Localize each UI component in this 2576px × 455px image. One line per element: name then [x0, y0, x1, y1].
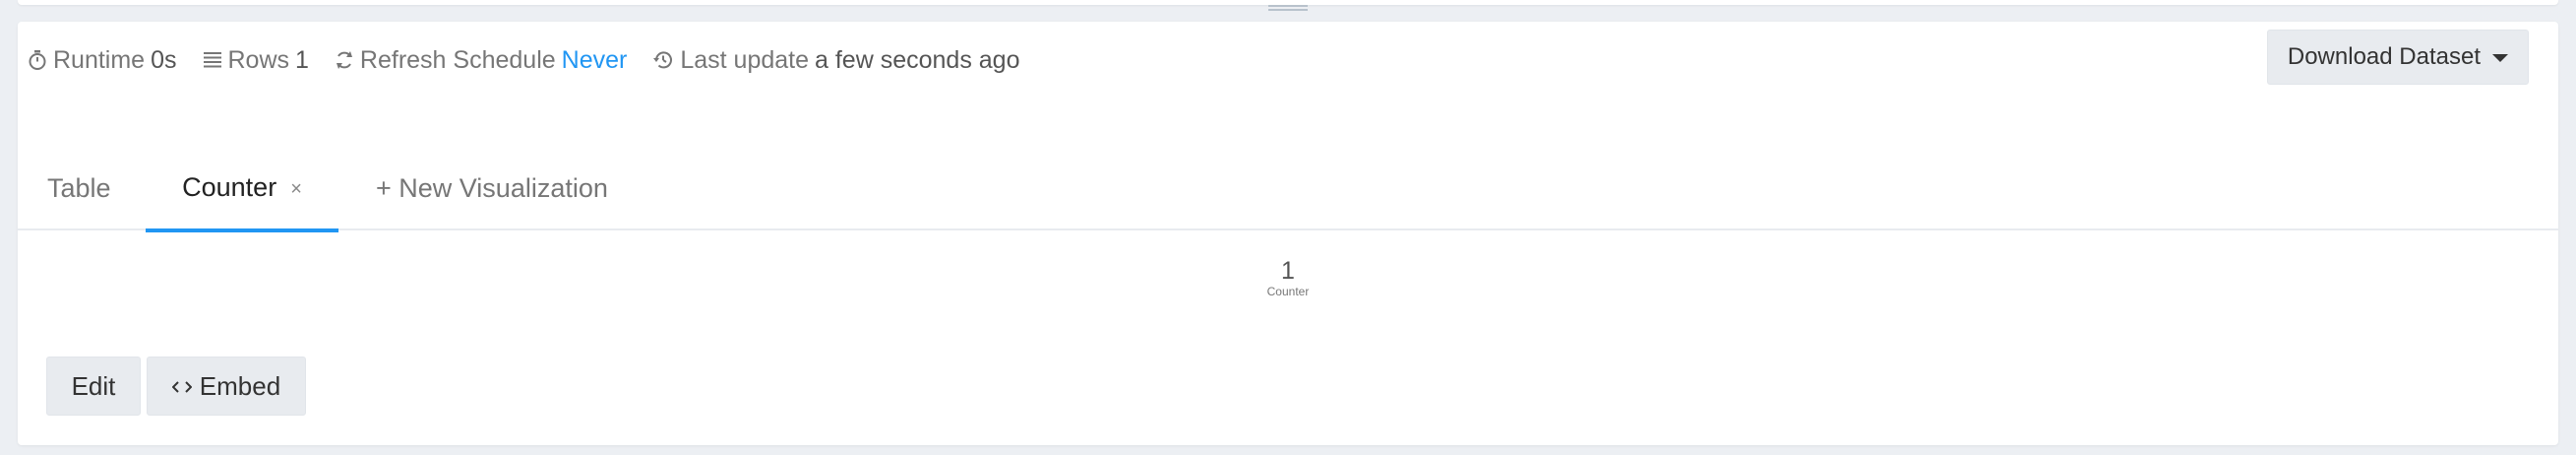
runtime-value: 0s [151, 45, 177, 74]
query-metadata-bar: Runtime 0s Rows 1 Refresh Schedule Never… [28, 42, 1020, 78]
code-icon [171, 371, 193, 402]
list-icon [203, 50, 222, 70]
close-icon[interactable]: × [290, 178, 302, 201]
runtime-info: Runtime 0s [28, 46, 177, 75]
runtime-label: Runtime [53, 45, 146, 74]
visualization-actions: Edit Embed [46, 357, 306, 416]
tab-table[interactable]: Table [47, 146, 111, 230]
rows-info: Rows 1 [203, 46, 309, 75]
query-results-page: Runtime 0s Rows 1 Refresh Schedule Never… [0, 0, 2576, 455]
embed-button[interactable]: Embed [147, 357, 306, 416]
edit-button[interactable]: Edit [46, 357, 141, 416]
download-dataset-button[interactable]: Download Dataset [2266, 30, 2529, 85]
counter-value: 1 [1281, 257, 1295, 285]
resize-handle[interactable] [1268, 5, 1308, 13]
counter-label: Counter [1266, 285, 1310, 298]
results-panel [18, 22, 2558, 445]
resize-handle-line [1268, 9, 1308, 11]
resize-handle-line [1268, 5, 1308, 7]
rows-value: 1 [295, 45, 309, 74]
last-update-value: a few seconds ago [815, 45, 1020, 74]
embed-label: Embed [199, 370, 281, 401]
tab-label: Counter [182, 171, 277, 202]
last-update-label: Last update [680, 45, 810, 74]
last-update-info: Last update a few seconds ago [652, 45, 1020, 75]
refresh-schedule-label: Refresh Schedule [359, 45, 556, 74]
tab-counter[interactable]: Counter × [146, 146, 338, 232]
history-icon [652, 49, 674, 71]
tab-label: + New Visualization [376, 172, 608, 203]
new-visualization-tab[interactable]: + New Visualization [376, 146, 608, 230]
rows-label: Rows [227, 45, 290, 74]
refresh-icon [335, 49, 354, 71]
caret-down-icon [2492, 54, 2508, 62]
stopwatch-icon [28, 49, 47, 71]
download-dataset-label: Download Dataset [2287, 43, 2481, 70]
visualization-tabs: Table Counter × + New Visualization [18, 146, 2558, 232]
refresh-schedule-link[interactable]: Never [562, 46, 628, 75]
counter-visualization: 1 Counter [1190, 258, 1386, 299]
tab-label: Table [47, 172, 111, 203]
refresh-schedule-info: Refresh Schedule Never [335, 46, 627, 75]
edit-label: Edit [71, 370, 116, 401]
